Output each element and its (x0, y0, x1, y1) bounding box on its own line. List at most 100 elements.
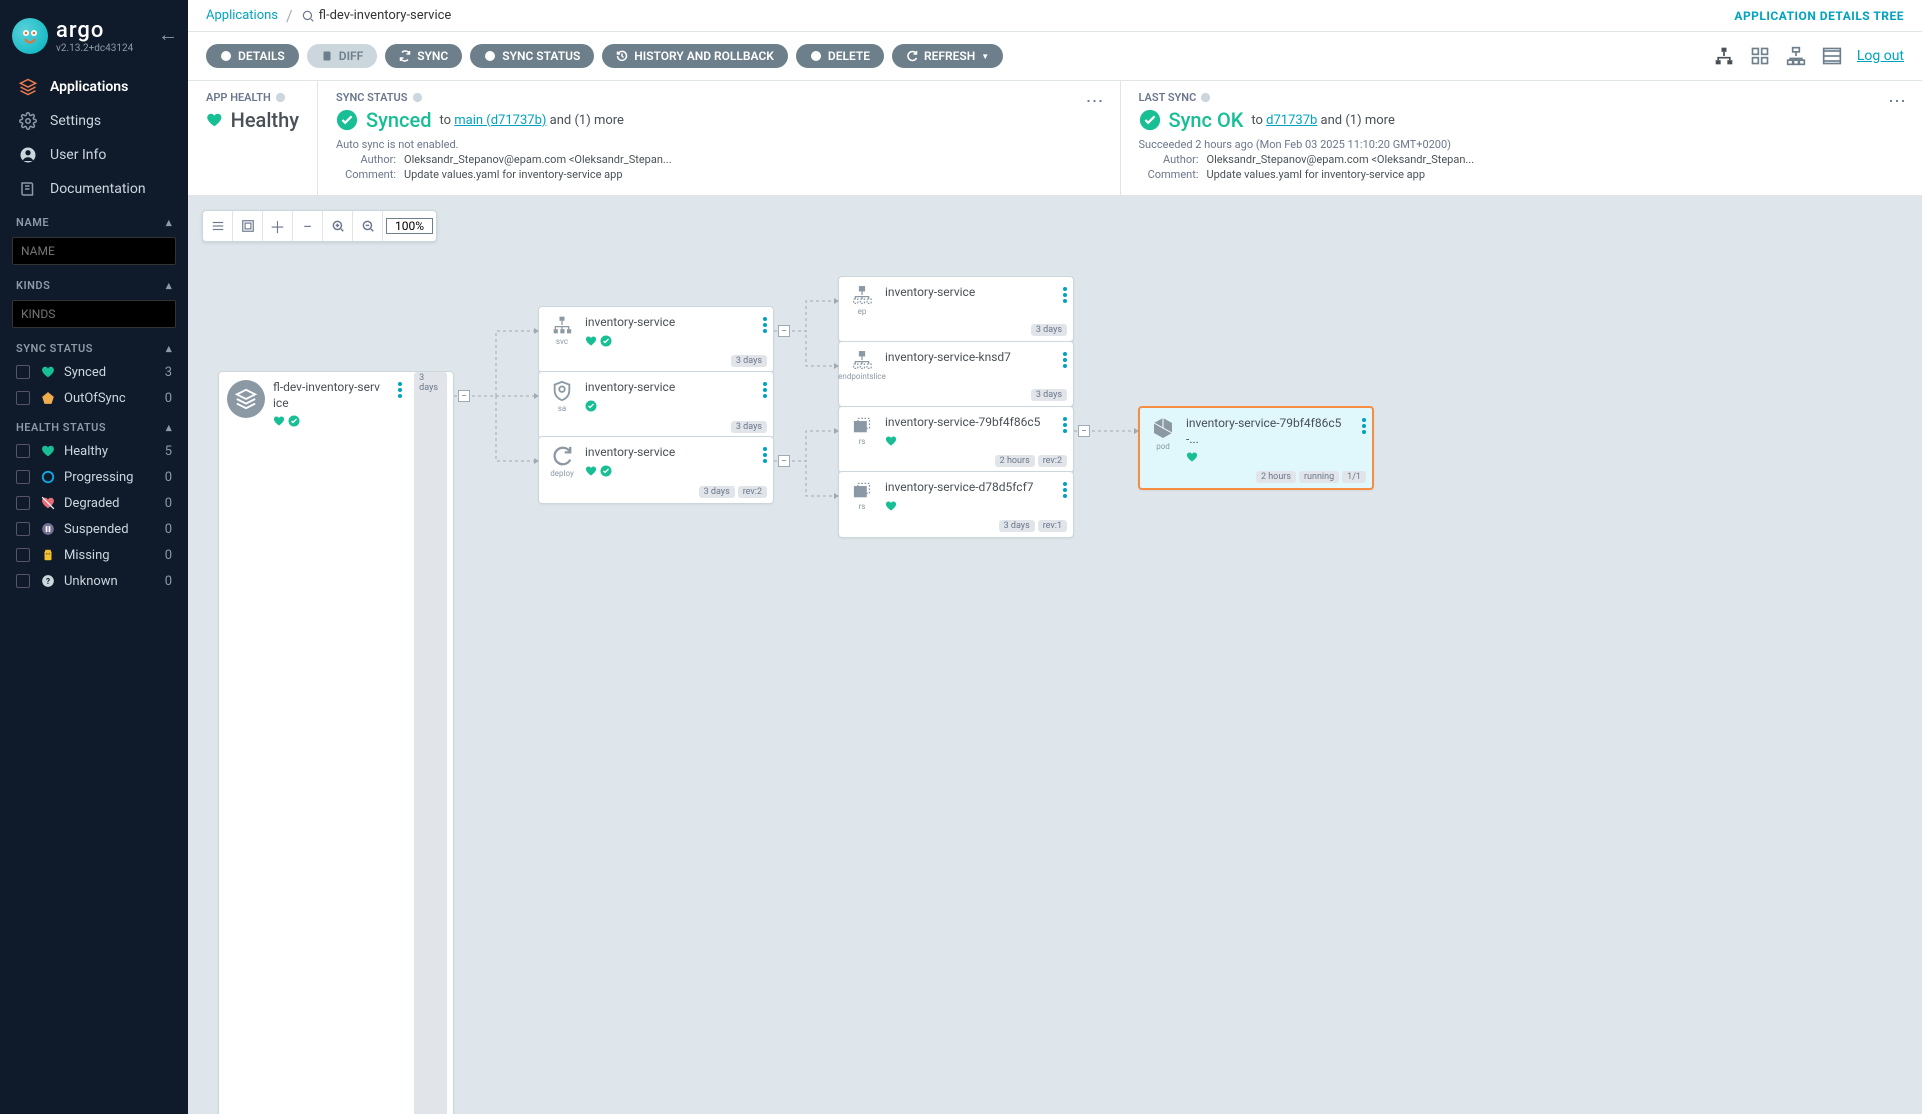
collapse-toggle[interactable]: − (778, 455, 790, 467)
status-icon (40, 547, 56, 563)
resource-node-es[interactable]: endpointslice inventory-service-knsd7 3 … (838, 341, 1074, 407)
node-menu-icon[interactable] (1063, 350, 1067, 370)
ep-icon: ep (847, 285, 877, 316)
filter-name-header[interactable]: NAME▴ (0, 206, 188, 233)
resource-node-rs1[interactable]: rs inventory-service-79bf4f86c5 2 hoursr… (838, 406, 1074, 473)
user-icon (16, 146, 40, 164)
filter-row[interactable]: OutOfSync0 (0, 385, 188, 411)
checkbox[interactable] (16, 470, 30, 484)
delete-button[interactable]: DELETE (796, 44, 884, 68)
filter-row[interactable]: Synced3 (0, 359, 188, 385)
node-menu-icon[interactable] (1362, 416, 1366, 436)
app-icon (227, 380, 265, 418)
node-menu-icon[interactable] (398, 380, 402, 400)
node-menu-icon[interactable] (763, 445, 767, 465)
search-icon (301, 9, 315, 23)
filter-row[interactable]: ?Unknown0 (0, 568, 188, 594)
node-menu-icon[interactable] (763, 315, 767, 335)
name-filter-input[interactable] (12, 237, 176, 265)
page-title: APPLICATION DETAILS TREE (1734, 9, 1904, 23)
card-menu-icon[interactable]: ⋯ (1086, 91, 1106, 112)
filter-row[interactable]: Degraded0 (0, 490, 188, 516)
node-menu-icon[interactable] (1063, 285, 1067, 305)
breadcrumb-root[interactable]: Applications (206, 8, 278, 23)
nav-settings[interactable]: Settings (0, 104, 188, 138)
history-button[interactable]: HISTORY AND ROLLBACK (602, 44, 788, 68)
collapse-toggle[interactable]: − (778, 325, 790, 337)
sync-status-card: ⋯ SYNC STATUS Synced to main (d71737b) a… (318, 81, 1121, 195)
view-network-icon[interactable] (1785, 45, 1807, 67)
resource-node-rs2[interactable]: rs inventory-service-d78d5fcf7 3 daysrev… (838, 471, 1074, 538)
checkbox[interactable] (16, 574, 30, 588)
sync-status-button[interactable]: SYNC STATUS (470, 44, 594, 68)
collapse-toggle[interactable]: − (458, 390, 470, 402)
status-icon (40, 364, 56, 380)
filter-row[interactable]: Missing0 (0, 542, 188, 568)
filter-row[interactable]: Healthy5 (0, 438, 188, 464)
tree-canvas[interactable]: ＋ − 100% fl-dev-inventory-service 3 days… (188, 196, 1922, 1114)
check-circle-icon (1139, 109, 1161, 131)
sa-icon: sa (547, 380, 577, 413)
node-menu-icon[interactable] (1063, 480, 1067, 500)
check-circle-icon (336, 109, 358, 131)
nav-documentation[interactable]: Documentation (0, 172, 188, 206)
node-menu-icon[interactable] (1063, 415, 1067, 435)
svc-icon: svc (547, 315, 577, 346)
view-pods-icon[interactable] (1749, 45, 1771, 67)
node-menu-icon[interactable] (763, 380, 767, 400)
logout-link[interactable]: Log out (1857, 48, 1904, 64)
chevron-up-icon: ▴ (166, 279, 172, 292)
sync-button[interactable]: SYNC (385, 44, 462, 68)
sidebar: argo v2.13.2+dc43124 ← Applications Sett… (0, 0, 188, 1114)
breadcrumb-app: fl-dev-inventory-service (301, 8, 452, 23)
toolbar: DETAILS DIFF SYNC SYNC STATUS HISTORY AN… (188, 32, 1922, 81)
chevron-up-icon: ▴ (166, 216, 172, 229)
help-icon (1200, 92, 1211, 103)
checkbox[interactable] (16, 444, 30, 458)
svg-text:?: ? (46, 576, 50, 586)
refresh-button[interactable]: REFRESH▼ (892, 44, 1003, 68)
app-health-card: APP HEALTH Healthy (188, 81, 318, 195)
resource-node-app[interactable]: fl-dev-inventory-service 3 days (218, 371, 454, 1114)
resource-node-svc[interactable]: svc inventory-service 3 days (538, 306, 774, 373)
status-icon (40, 443, 56, 459)
status-row: APP HEALTH Healthy ⋯ SYNC STATUS Synced … (188, 81, 1922, 196)
view-list-icon[interactable] (1821, 45, 1843, 67)
resource-node-pod[interactable]: pod inventory-service-79bf4f86c5-... 2 h… (1138, 406, 1374, 490)
status-icon (40, 521, 56, 537)
nav-applications[interactable]: Applications (0, 70, 188, 104)
resource-node-deploy[interactable]: deploy inventory-service 3 daysrev:2 (538, 436, 774, 504)
branch-link[interactable]: main (d71737b) (454, 113, 546, 128)
brand: argo v2.13.2+dc43124 ← (0, 10, 188, 70)
collapse-sidebar-icon[interactable]: ← (158, 22, 178, 47)
brand-version: v2.13.2+dc43124 (56, 43, 133, 54)
filter-kinds-header[interactable]: KINDS▴ (0, 269, 188, 296)
filter-sync-header[interactable]: SYNC STATUS▴ (0, 332, 188, 359)
collapse-toggle[interactable]: − (1078, 425, 1090, 437)
details-button[interactable]: DETAILS (206, 44, 299, 68)
view-tree-icon[interactable] (1713, 45, 1735, 67)
rev-link[interactable]: d71737b (1266, 113, 1317, 128)
nav-user-info[interactable]: User Info (0, 138, 188, 172)
resource-node-sa[interactable]: sa inventory-service 3 days (538, 371, 774, 439)
rs-icon: rs (847, 480, 877, 511)
endpointslice-icon: endpointslice (847, 350, 877, 381)
checkbox[interactable] (16, 391, 30, 405)
kinds-filter-input[interactable] (12, 300, 176, 328)
filter-health-header[interactable]: HEALTH STATUS▴ (0, 411, 188, 438)
resource-node-ep[interactable]: ep inventory-service 3 days (838, 276, 1074, 342)
pod-icon: pod (1148, 416, 1178, 451)
last-sync-card: ⋯ LAST SYNC Sync OK to d71737b and (1) m… (1121, 81, 1922, 195)
heart-icon (206, 109, 223, 131)
filter-row[interactable]: Suspended0 (0, 516, 188, 542)
diff-button[interactable]: DIFF (307, 44, 377, 68)
checkbox[interactable] (16, 522, 30, 536)
layers-icon (16, 78, 40, 96)
filter-row[interactable]: Progressing0 (0, 464, 188, 490)
checkbox[interactable] (16, 496, 30, 510)
status-icon (40, 390, 56, 406)
checkbox[interactable] (16, 548, 30, 562)
help-icon (412, 92, 423, 103)
card-menu-icon[interactable]: ⋯ (1888, 91, 1908, 112)
checkbox[interactable] (16, 365, 30, 379)
